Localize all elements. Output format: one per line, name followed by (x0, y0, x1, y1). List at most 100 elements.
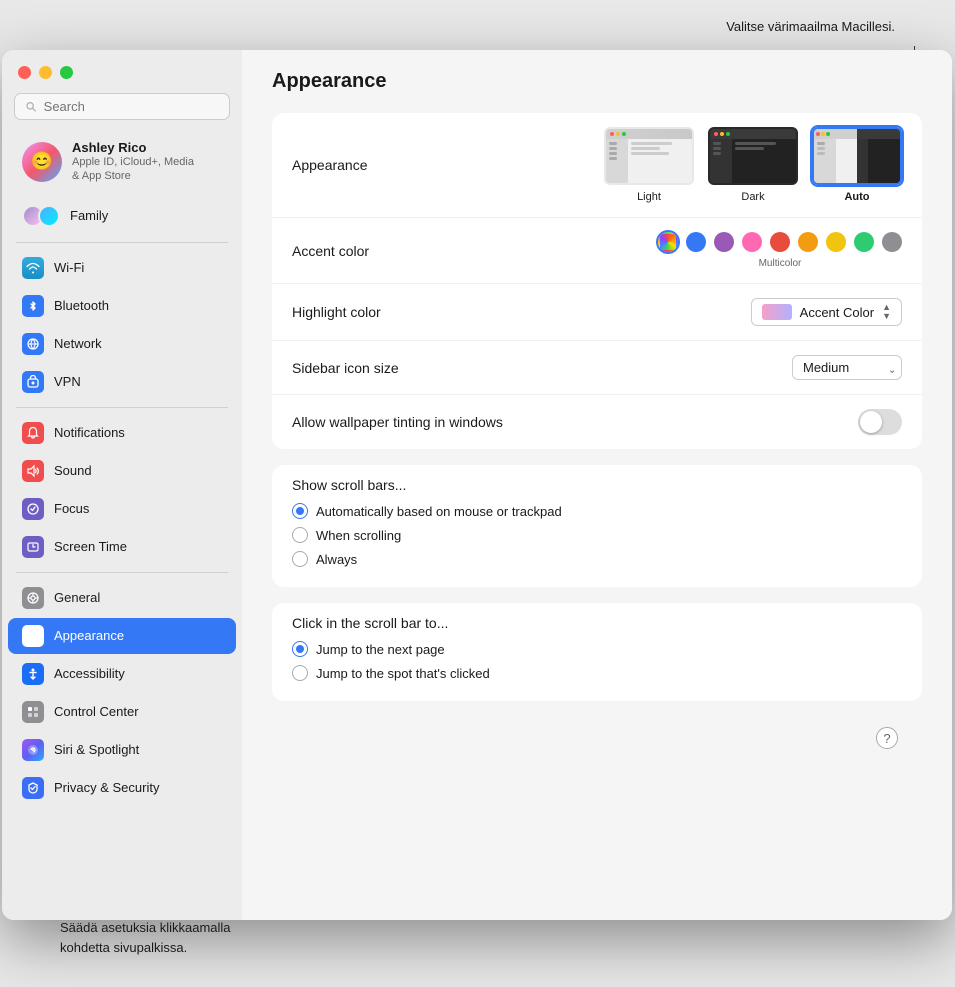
notifications-icon (22, 422, 44, 444)
main-content: Appearance Appearance (242, 50, 952, 920)
sidebar-item-screentime[interactable]: Screen Time (8, 529, 236, 565)
click-scroll-section: Click in the scroll bar to... Jump to th… (272, 603, 922, 701)
click-spot-clicked-option[interactable]: Jump to the spot that's clicked (292, 665, 902, 681)
traffic-lights (2, 50, 242, 89)
search-bar[interactable] (14, 93, 230, 120)
annotation-bottom: Säädä asetuksia klikkaamallakohdetta siv… (60, 918, 231, 957)
highlight-color-row: Highlight color Accent Color ▲ ▼ (272, 284, 922, 341)
annotation-top: Valitse värimaailma Macillesi. (726, 18, 895, 36)
appearance-label: Appearance (54, 628, 124, 643)
bluetooth-label: Bluetooth (54, 298, 109, 313)
scroll-always-radio[interactable] (292, 551, 308, 567)
focus-label: Focus (54, 501, 89, 516)
scroll-always-option[interactable]: Always (292, 551, 902, 567)
screentime-label: Screen Time (54, 539, 127, 554)
accessibility-icon (22, 663, 44, 685)
accent-red[interactable] (770, 232, 790, 252)
sidebar-divider-1 (16, 242, 228, 243)
wallpaper-tinting-row: Allow wallpaper tinting in windows (272, 395, 922, 449)
accent-orange[interactable] (798, 232, 818, 252)
sidebar-item-vpn[interactable]: VPN (8, 364, 236, 400)
screentime-icon (22, 536, 44, 558)
accent-color-label: Accent color (292, 243, 369, 259)
click-scroll-group: Click in the scroll bar to... Jump to th… (272, 603, 922, 701)
scroll-always-label: Always (316, 552, 357, 567)
sidebar-item-appearance[interactable]: Appearance (8, 618, 236, 654)
wallpaper-tinting-label: Allow wallpaper tinting in windows (292, 414, 503, 430)
appearance-auto[interactable]: Auto (812, 127, 902, 203)
controlcenter-icon (22, 701, 44, 723)
maximize-button[interactable] (60, 66, 73, 79)
click-scroll-title: Click in the scroll bar to... (292, 615, 902, 631)
sidebar-icon-size-control: Small Medium Large (792, 355, 902, 380)
accent-pink[interactable] (742, 232, 762, 252)
controlcenter-label: Control Center (54, 704, 139, 719)
sidebar-item-bluetooth[interactable]: Bluetooth (8, 288, 236, 324)
profile-section[interactable]: 😊 Ashley Rico Apple ID, iCloud+, Media& … (8, 132, 236, 192)
appearance-dark[interactable]: Dark (708, 127, 798, 203)
show-scroll-bars-title: Show scroll bars... (292, 477, 902, 493)
highlight-dropdown[interactable]: Accent Color ▲ ▼ (751, 298, 902, 326)
auto-label: Auto (844, 191, 869, 203)
scroll-auto-label: Automatically based on mouse or trackpad (316, 504, 562, 519)
sidebar-item-notifications[interactable]: Notifications (8, 415, 236, 451)
highlight-color-label: Highlight color (292, 304, 381, 320)
help-row: ? (272, 717, 922, 759)
scroll-auto-radio[interactable] (292, 503, 308, 519)
accent-blue[interactable] (686, 232, 706, 252)
siri-label: Siri & Spotlight (54, 742, 139, 757)
sidebar-divider-2 (16, 407, 228, 408)
wifi-icon (22, 257, 44, 279)
appearance-setting-label: Appearance (292, 157, 368, 173)
click-next-page-label: Jump to the next page (316, 642, 445, 657)
click-next-page-option[interactable]: Jump to the next page (292, 641, 902, 657)
sidebar-item-general[interactable]: General (8, 580, 236, 616)
accent-purple[interactable] (714, 232, 734, 252)
help-button[interactable]: ? (876, 727, 898, 749)
toggle-knob (860, 411, 882, 433)
click-spot-clicked-radio[interactable] (292, 665, 308, 681)
search-input[interactable] (44, 99, 219, 114)
sidebar-item-privacy[interactable]: Privacy & Security (8, 770, 236, 806)
click-next-page-radio[interactable] (292, 641, 308, 657)
show-scroll-bars-group: Show scroll bars... Automatically based … (272, 465, 922, 587)
highlight-value: Accent Color (800, 305, 874, 320)
accent-green[interactable] (854, 232, 874, 252)
appearance-light[interactable]: Light (604, 127, 694, 203)
sidebar-item-focus[interactable]: Focus (8, 491, 236, 527)
main-window: 😊 Ashley Rico Apple ID, iCloud+, Media& … (2, 50, 952, 920)
notifications-label: Notifications (54, 425, 125, 440)
page-title: Appearance (242, 50, 952, 93)
sidebar-item-wifi[interactable]: Wi-Fi (8, 250, 236, 286)
sidebar-size-select-wrapper[interactable]: Small Medium Large (792, 355, 902, 380)
highlight-swatch (762, 304, 792, 320)
highlight-color-control[interactable]: Accent Color ▲ ▼ (751, 298, 902, 326)
sidebar-item-controlcenter[interactable]: Control Center (8, 694, 236, 730)
sidebar-icon-size-row: Sidebar icon size Small Medium Large (272, 341, 922, 395)
sidebar-item-sound[interactable]: Sound (8, 453, 236, 489)
wallpaper-toggle[interactable] (858, 409, 902, 435)
siri-icon (22, 739, 44, 761)
auto-thumb (812, 127, 902, 185)
accent-multicolor[interactable] (658, 232, 678, 252)
sidebar-item-network[interactable]: Network (8, 326, 236, 362)
vpn-label: VPN (54, 374, 81, 389)
sidebar-item-accessibility[interactable]: Accessibility (8, 656, 236, 692)
sidebar-size-select[interactable]: Small Medium Large (792, 355, 902, 380)
scroll-scrolling-radio[interactable] (292, 527, 308, 543)
minimize-button[interactable] (39, 66, 52, 79)
network-label: Network (54, 336, 102, 351)
wallpaper-toggle-control (858, 409, 902, 435)
accent-yellow[interactable] (826, 232, 846, 252)
scroll-scrolling-option[interactable]: When scrolling (292, 527, 902, 543)
dark-thumb (708, 127, 798, 185)
sound-label: Sound (54, 463, 92, 478)
scroll-auto-option[interactable]: Automatically based on mouse or trackpad (292, 503, 902, 519)
sidebar-item-family[interactable]: Family (8, 198, 236, 234)
accent-graphite[interactable] (882, 232, 902, 252)
search-icon (25, 100, 38, 114)
sidebar-item-siri[interactable]: Siri & Spotlight (8, 732, 236, 768)
close-button[interactable] (18, 66, 31, 79)
multicolor-label: Multicolor (759, 258, 802, 269)
appearance-row: Appearance (272, 113, 922, 218)
